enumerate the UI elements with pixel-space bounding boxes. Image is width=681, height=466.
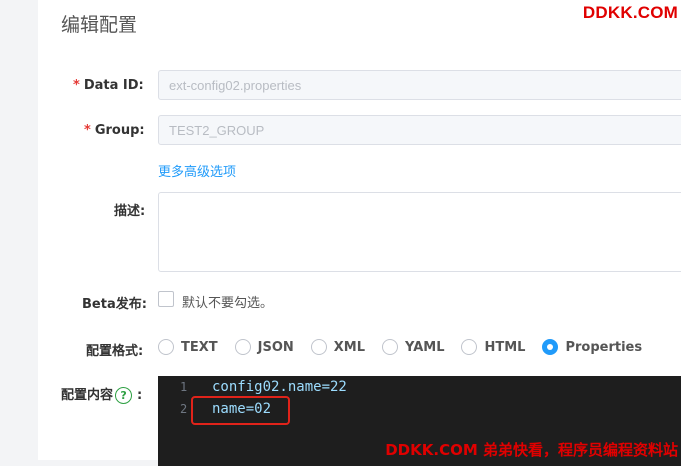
watermark-top: DDKK.COM — [582, 3, 678, 22]
format-radio-yaml[interactable]: YAML — [382, 339, 444, 355]
page-title: 编辑配置 — [61, 14, 138, 36]
question-circle-icon[interactable]: ? — [115, 387, 133, 404]
radio-label: XML — [333, 339, 366, 355]
description-label: 描述: — [114, 204, 146, 219]
format-radio-xml[interactable]: XML — [310, 339, 366, 355]
description-textarea[interactable] — [158, 192, 681, 272]
radio-circle[interactable] — [382, 339, 399, 355]
group-label-text: Group: — [94, 123, 145, 138]
required-marker: * — [84, 123, 91, 138]
data-id-label-text: Data ID: — [83, 78, 144, 93]
format-label: 配置格式: — [86, 344, 144, 359]
radio-circle[interactable] — [310, 339, 327, 355]
group-field[interactable]: TEST2_GROUP — [158, 115, 681, 145]
radio-circle-selected[interactable] — [542, 339, 559, 355]
beta-checkbox[interactable] — [158, 291, 174, 307]
line-number: 1 — [180, 380, 188, 394]
advanced-options-link[interactable]: 更多高级选项 — [158, 161, 236, 180]
group-label: * Group: — [84, 123, 145, 138]
left-margin — [0, 0, 38, 460]
annotation-highlight-box — [191, 396, 290, 425]
radio-circle[interactable] — [461, 339, 478, 355]
data-id-label: * Data ID: — [73, 78, 144, 93]
radio-label: YAML — [405, 339, 445, 355]
beta-checkbox-label: 默认不要勾选。 — [182, 296, 274, 311]
format-radio-group: TEXT JSON XML YAML HTML Properties — [158, 337, 642, 357]
radio-circle[interactable] — [234, 339, 251, 355]
data-id-field[interactable]: ext-config02.properties — [158, 70, 681, 100]
code-text: config02.name=22 — [212, 379, 347, 395]
radio-label: JSON — [257, 339, 294, 355]
radio-label: TEXT — [181, 339, 218, 355]
format-radio-html[interactable]: HTML — [461, 339, 525, 355]
radio-circle[interactable] — [158, 339, 174, 355]
format-radio-json[interactable]: JSON — [234, 339, 294, 355]
content-label-colon: : — [137, 388, 143, 403]
content-label: 配置内容?: — [61, 384, 142, 404]
beta-label: Beta发布: — [82, 297, 147, 312]
required-marker: * — [73, 78, 80, 93]
radio-label: HTML — [484, 339, 526, 355]
format-radio-properties[interactable]: Properties — [542, 339, 642, 355]
radio-label: Properties — [565, 339, 643, 355]
watermark-bottom: DDKK.COM 弟弟快看，程序员编程资料站 — [385, 441, 678, 459]
format-radio-text[interactable]: TEXT — [158, 339, 218, 355]
content-label-text: 配置内容 — [61, 388, 114, 403]
